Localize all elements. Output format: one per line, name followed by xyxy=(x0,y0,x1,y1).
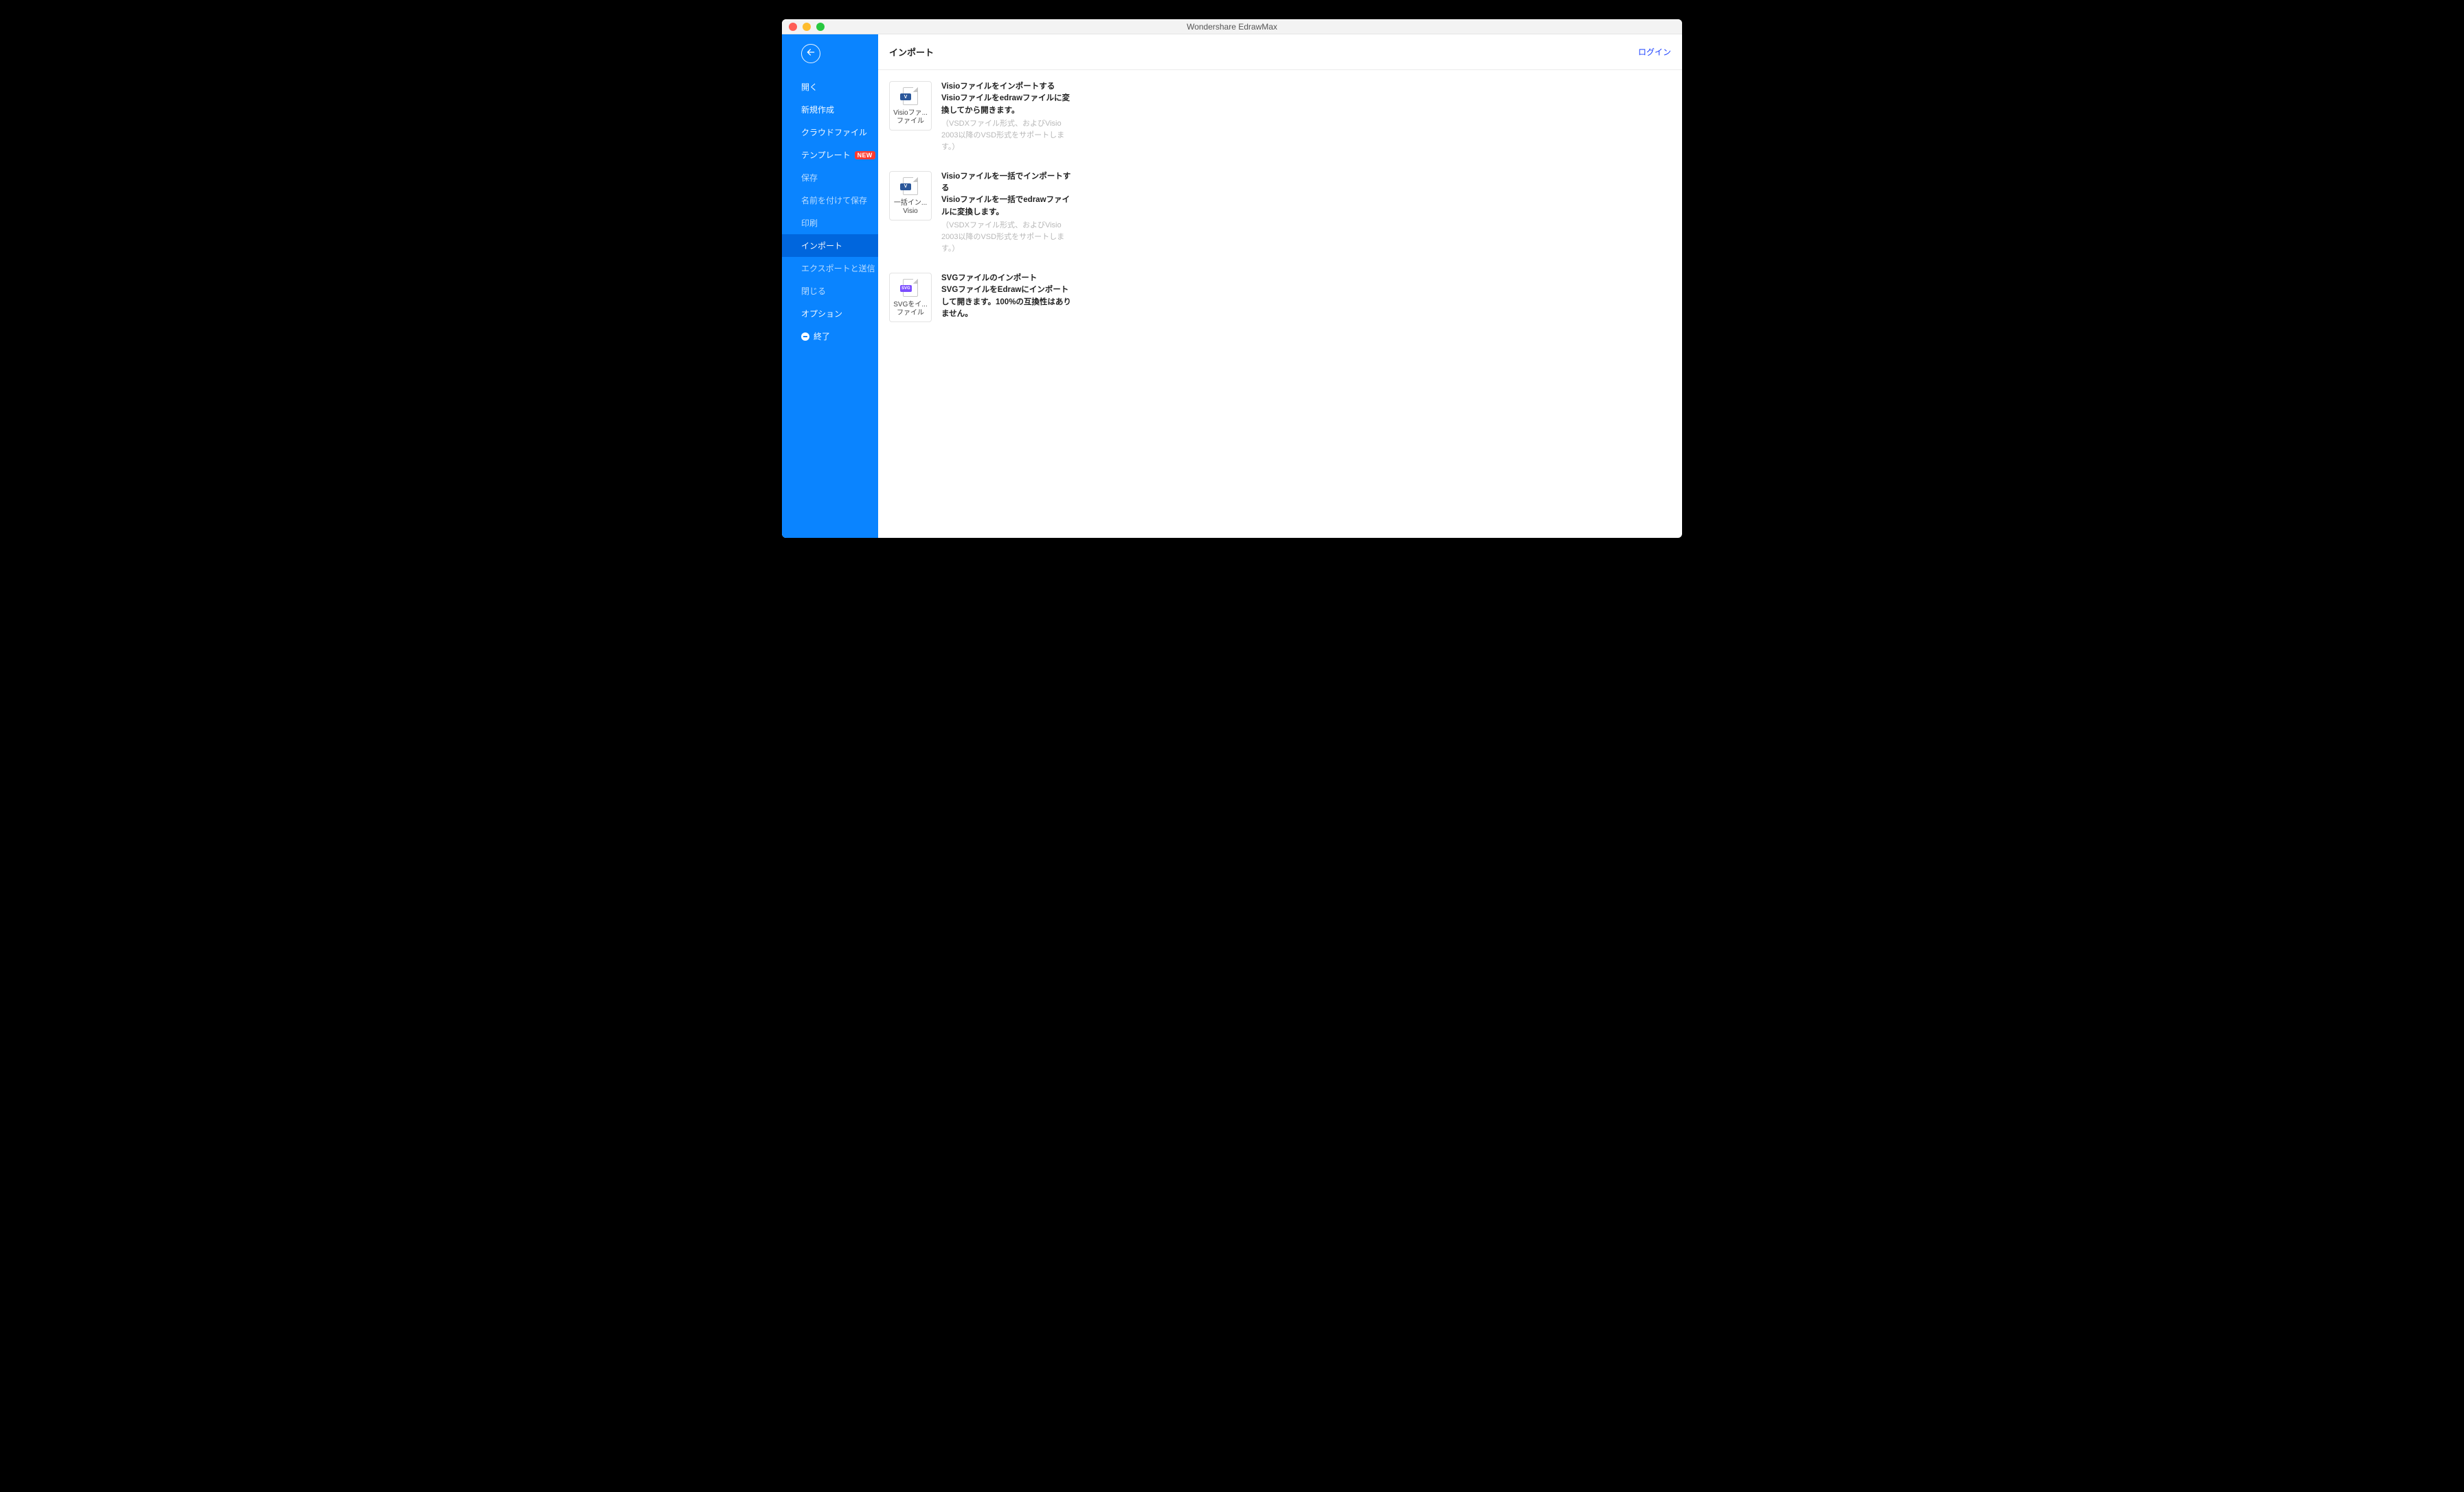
import-note: （VSDXファイル形式、およびVisio 2003以降のVSD形式をサポートしま… xyxy=(941,118,1072,153)
sidebar-item-open[interactable]: 開く xyxy=(782,76,878,98)
back-button[interactable] xyxy=(801,44,820,63)
main-panel: インポート ログイン V Visioファ...ファイル xyxy=(878,34,1682,538)
sidebar-item-save-as[interactable]: 名前を付けて保存 xyxy=(782,189,878,212)
sidebar-item-label: 開く xyxy=(801,81,818,93)
sidebar-item-label: 保存 xyxy=(801,172,818,183)
sidebar-item-label: エクスポートと送信 xyxy=(801,262,875,274)
sidebar-item-export-send[interactable]: エクスポートと送信 xyxy=(782,257,878,280)
import-card-svg[interactable]: SVG SVGをイ...ファイル xyxy=(889,273,932,322)
sidebar-item-label: 終了 xyxy=(814,330,830,342)
sidebar-item-label: クラウドファイル xyxy=(801,126,867,138)
traffic-lights xyxy=(782,23,825,31)
import-card-visio[interactable]: V Visioファ...ファイル xyxy=(889,81,932,131)
import-subtitle: Visioファイルを一括でedrawファイルに変換します。 xyxy=(941,194,1072,218)
sidebar-item-import[interactable]: インポート xyxy=(782,234,878,257)
app-body: 開く 新規作成 クラウドファイル テンプレート NEW 保存 名前を付けて保存 … xyxy=(782,34,1682,538)
login-link[interactable]: ログイン xyxy=(1638,46,1671,58)
minimize-window-button[interactable] xyxy=(803,23,811,31)
page-title: インポート xyxy=(889,45,934,58)
sidebar-item-template[interactable]: テンプレート NEW xyxy=(782,144,878,166)
sidebar-item-save[interactable]: 保存 xyxy=(782,166,878,189)
sidebar-item-cloud-file[interactable]: クラウドファイル xyxy=(782,121,878,144)
main-header: インポート ログイン xyxy=(878,34,1682,70)
sidebar-item-label: テンプレート xyxy=(801,149,851,161)
import-option-visio-batch: V 一括イン...Visio Visioファイルを一括でインポートする Visi… xyxy=(889,171,1671,255)
window-title: Wondershare EdrawMax xyxy=(782,22,1682,32)
sidebar-item-label: オプション xyxy=(801,308,842,319)
exit-icon xyxy=(801,332,809,341)
file-badge: V xyxy=(900,183,911,190)
import-description: Visioファイルを一括でインポートする Visioファイルを一括でedrawフ… xyxy=(941,171,1072,255)
sidebar-item-exit[interactable]: 終了 xyxy=(782,325,878,348)
content-area: V Visioファ...ファイル Visioファイルをインポートする Visio… xyxy=(878,70,1682,538)
import-note: （VSDXファイル形式、およびVisio 2003以降のVSD形式をサポートしま… xyxy=(941,220,1072,255)
sidebar-item-options[interactable]: オプション xyxy=(782,302,878,325)
zoom-window-button[interactable] xyxy=(816,23,825,31)
import-subtitle: Visioファイルをedrawファイルに変換してから開きます。 xyxy=(941,93,1072,117)
titlebar: Wondershare EdrawMax xyxy=(782,19,1682,34)
close-window-button[interactable] xyxy=(789,23,797,31)
sidebar-item-label: インポート xyxy=(801,240,842,251)
file-badge: SVG xyxy=(900,285,912,292)
import-title: SVGファイルのインポート xyxy=(941,273,1072,284)
sidebar-item-close[interactable]: 閉じる xyxy=(782,280,878,302)
file-badge: V xyxy=(900,93,911,100)
visio-file-icon: V xyxy=(903,87,918,105)
sidebar-item-label: 印刷 xyxy=(801,217,818,229)
new-badge: NEW xyxy=(855,151,875,159)
sidebar-item-print[interactable]: 印刷 xyxy=(782,212,878,234)
sidebar: 開く 新規作成 クラウドファイル テンプレート NEW 保存 名前を付けて保存 … xyxy=(782,34,878,538)
sidebar-item-label: 名前を付けて保存 xyxy=(801,194,867,206)
import-option-visio: V Visioファ...ファイル Visioファイルをインポートする Visio… xyxy=(889,81,1671,153)
file-card-label: Visioファ...ファイル xyxy=(893,109,928,126)
import-card-visio-batch[interactable]: V 一括イン...Visio xyxy=(889,171,932,221)
sidebar-item-label: 閉じる xyxy=(801,285,826,297)
file-card-label: SVGをイ...ファイル xyxy=(893,301,928,317)
import-option-svg: SVG SVGをイ...ファイル SVGファイルのインポート SVGファイルをE… xyxy=(889,273,1671,322)
arrow-left-icon xyxy=(806,47,816,60)
app-window: Wondershare EdrawMax 開く 新規作成 クラウドファイル テン… xyxy=(782,19,1682,538)
sidebar-item-label: 新規作成 xyxy=(801,104,834,115)
visio-file-icon: V xyxy=(903,177,918,195)
import-description: Visioファイルをインポートする Visioファイルをedrawファイルに変換… xyxy=(941,81,1072,153)
sidebar-item-new[interactable]: 新規作成 xyxy=(782,98,878,121)
import-subtitle: SVGファイルをEdrawにインポートして開きます。100%の互換性はありません… xyxy=(941,284,1072,320)
import-title: Visioファイルをインポートする xyxy=(941,81,1072,93)
file-card-label: 一括イン...Visio xyxy=(893,199,928,216)
import-title: Visioファイルを一括でインポートする xyxy=(941,171,1072,195)
svg-file-icon: SVG xyxy=(903,279,918,297)
import-description: SVGファイルのインポート SVGファイルをEdrawにインポートして開きます。… xyxy=(941,273,1072,321)
